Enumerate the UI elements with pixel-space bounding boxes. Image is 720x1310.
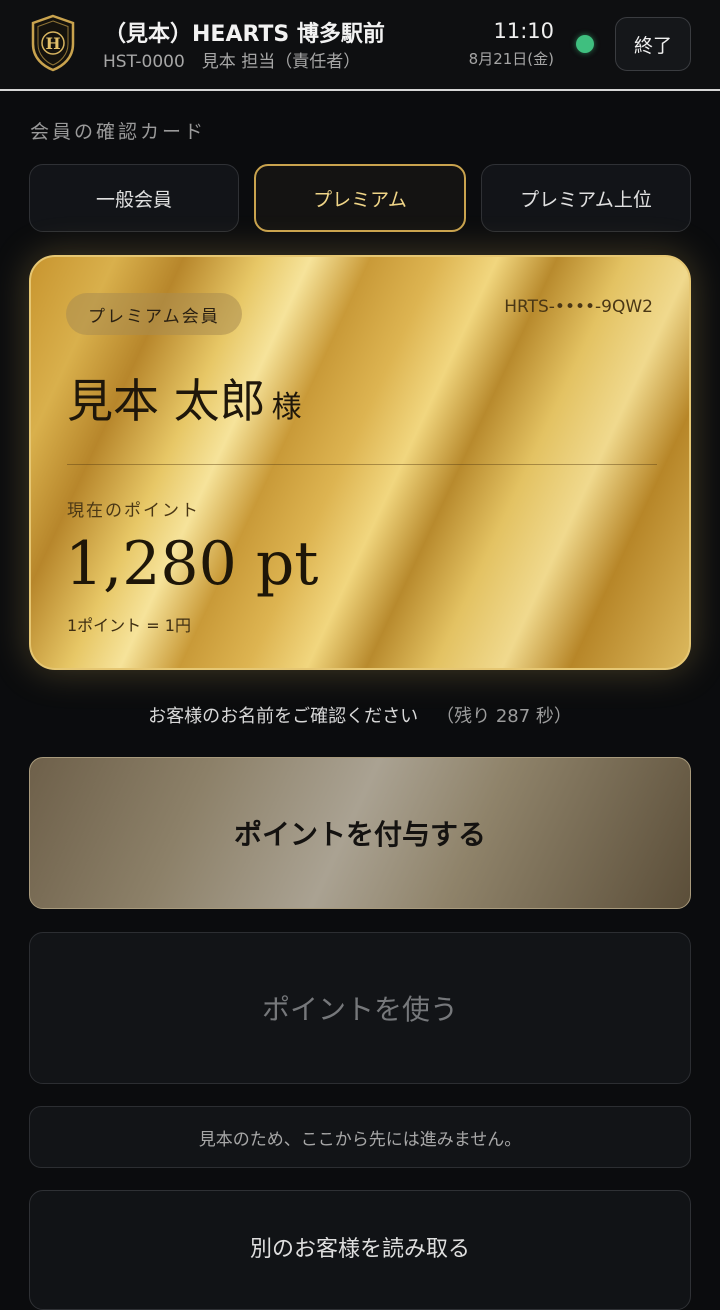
tab-premium-upper[interactable]: プレミアム上位 xyxy=(481,164,691,232)
card-divider xyxy=(67,464,657,465)
member-name: 見本 太郎 xyxy=(67,374,266,428)
member-id: HRTS-••••-9QW2 xyxy=(504,297,653,317)
store-name: （見本）HEARTS 博多駅前 xyxy=(104,22,385,47)
member-name-row: 見本 太郎様 xyxy=(67,365,302,431)
confirm-message-row: お客様のお名前をご確認ください （残り 287 秒） xyxy=(0,702,720,728)
tab-general-member[interactable]: 一般会員 xyxy=(29,164,239,232)
clock-time: 11:10 xyxy=(493,19,554,43)
points-label: 現在のポイント xyxy=(67,501,200,521)
member-honorific: 様 xyxy=(271,390,302,425)
confirm-message: お客様のお名前をご確認ください xyxy=(148,706,419,727)
member-tier-badge: プレミアム会員 xyxy=(66,293,242,335)
connection-status-dot-icon xyxy=(576,35,594,53)
app-header: H （見本）HEARTS 博多駅前 HST-0000 見本 担当（責任者） 11… xyxy=(0,0,720,91)
staff-info: HST-0000 見本 担当（責任者） xyxy=(103,52,361,72)
member-card: プレミアム会員 HRTS-••••-9QW2 見本 太郎様 現在のポイント 1,… xyxy=(29,255,691,670)
grant-points-button[interactable]: ポイントを付与する xyxy=(29,757,691,909)
tab-premium[interactable]: プレミアム xyxy=(254,164,466,232)
sample-notice: 見本のため、ここから先には進みません。 xyxy=(29,1106,691,1168)
scan-next-customer-button[interactable]: 別のお客様を読み取る xyxy=(29,1190,691,1310)
shield-h-logo-icon: H xyxy=(30,14,76,72)
section-label: 会員の確認カード xyxy=(30,121,207,143)
remaining-time: （残り 287 秒） xyxy=(436,706,572,727)
svg-text:H: H xyxy=(45,34,60,53)
points-value: 1,280 pt xyxy=(65,529,319,599)
points-rate: 1ポイント = 1円 xyxy=(67,616,191,635)
end-button[interactable]: 終了 xyxy=(615,17,691,71)
clock-date: 8月21日(金) xyxy=(468,50,554,68)
use-points-button[interactable]: ポイントを使う xyxy=(29,932,691,1084)
